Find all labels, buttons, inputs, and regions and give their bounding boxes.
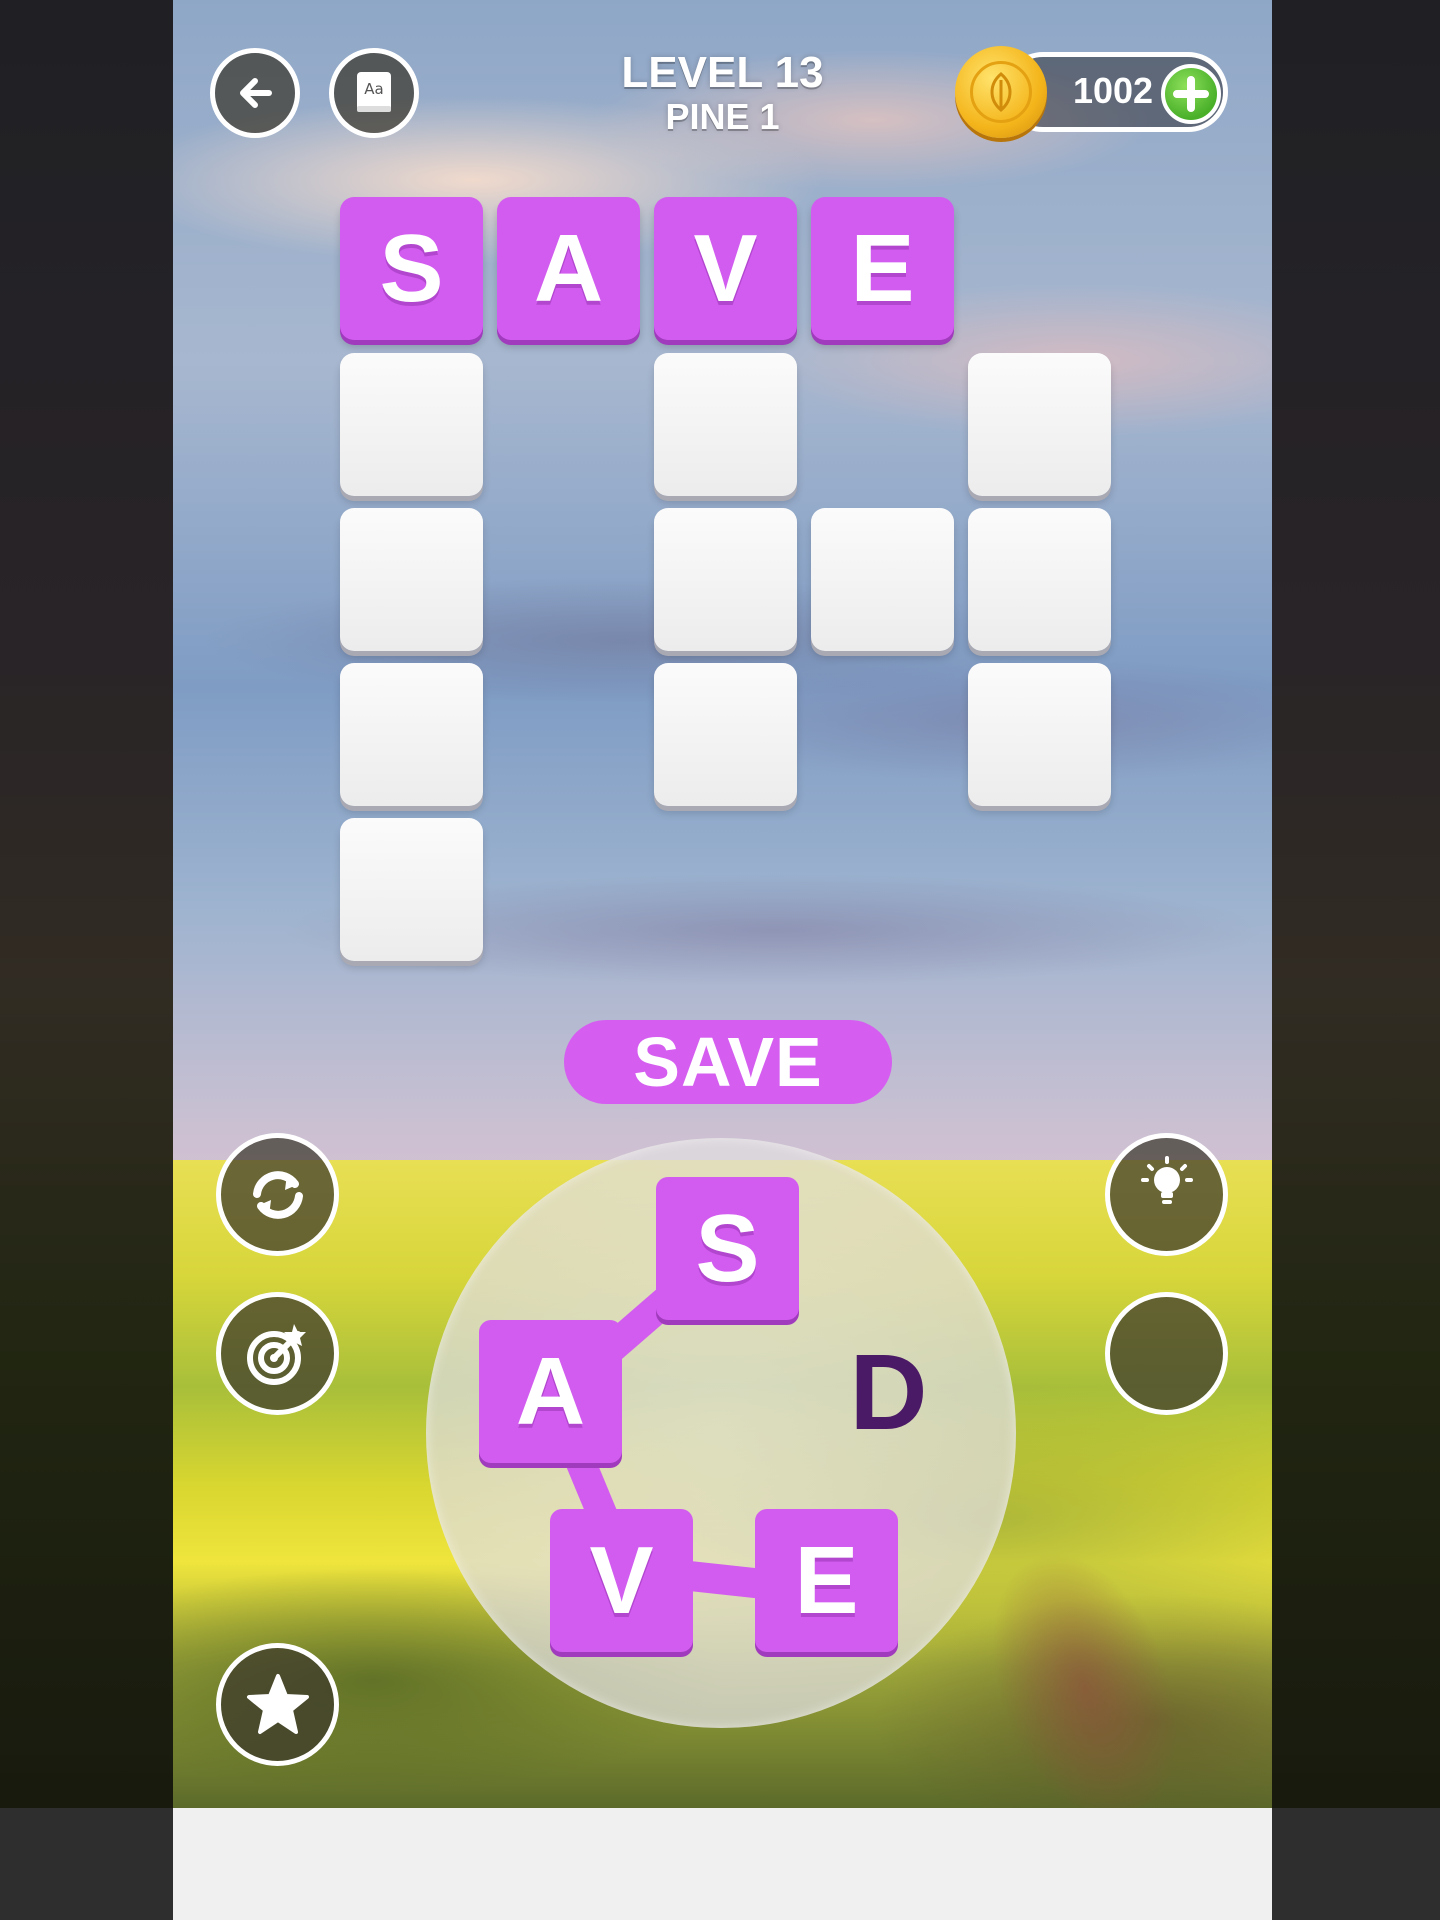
grid-tile-solved: A bbox=[497, 197, 640, 340]
grid-tile-empty bbox=[340, 818, 483, 961]
wheel-letter-selected[interactable]: V bbox=[550, 1509, 693, 1652]
grid-tile-solved: E bbox=[811, 197, 954, 340]
bottom-panel bbox=[173, 1808, 1272, 1920]
add-coins-button[interactable] bbox=[1161, 64, 1221, 124]
grid-tile-empty bbox=[968, 663, 1111, 806]
grid-tile-empty bbox=[654, 353, 797, 496]
game-screen: Aa LEVEL 13 PINE 1 1002 S A V E SAVE S A… bbox=[173, 0, 1272, 1808]
left-letterbox bbox=[0, 0, 173, 1808]
lightbulb-icon bbox=[1140, 1156, 1193, 1204]
grid-tile-solved: V bbox=[654, 197, 797, 340]
shuffle-icon bbox=[252, 1170, 303, 1219]
star-icon bbox=[246, 1673, 309, 1734]
grid-tile-empty bbox=[654, 508, 797, 651]
wheel-letter[interactable]: D bbox=[817, 1320, 960, 1463]
wheel-letter-selected[interactable]: S bbox=[656, 1177, 799, 1320]
wheel-letter-selected[interactable]: E bbox=[755, 1509, 898, 1652]
grid-tile-empty bbox=[968, 508, 1111, 651]
grid-tile-empty bbox=[340, 663, 483, 806]
coin-count: 1002 bbox=[1072, 70, 1154, 111]
current-word-preview: SAVE bbox=[564, 1020, 892, 1104]
grid-tile-empty bbox=[340, 508, 483, 651]
shuffle-button[interactable] bbox=[216, 1133, 339, 1256]
grid-tile-empty bbox=[811, 508, 954, 651]
coin-icon bbox=[955, 46, 1047, 138]
wheel-letter-selected[interactable]: A bbox=[479, 1320, 622, 1463]
grid-tile-empty bbox=[968, 353, 1111, 496]
hint-button[interactable] bbox=[1105, 1133, 1228, 1256]
favorites-button[interactable] bbox=[216, 1643, 339, 1766]
empty-powerup-slot[interactable] bbox=[1105, 1292, 1228, 1415]
target-button[interactable] bbox=[216, 1292, 339, 1415]
grid-tile-empty bbox=[340, 353, 483, 496]
grid-tile-empty bbox=[654, 663, 797, 806]
right-letterbox bbox=[1272, 0, 1440, 1808]
plus-icon bbox=[1173, 76, 1209, 112]
target-icon bbox=[246, 1323, 306, 1385]
grid-tile-solved: S bbox=[340, 197, 483, 340]
